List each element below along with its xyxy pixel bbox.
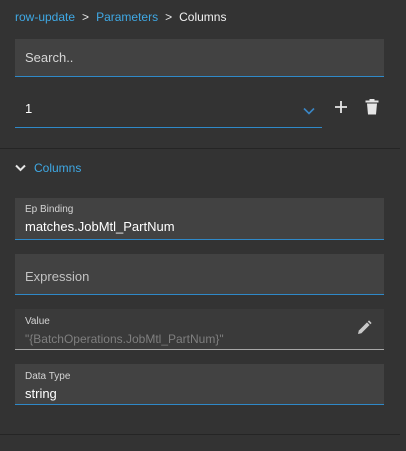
plus-icon: [335, 101, 347, 113]
chevron-down-icon: [15, 164, 26, 172]
field-label: Value: [25, 316, 50, 327]
search-input[interactable]: [15, 39, 384, 76]
breadcrumb: row-update > Parameters > Columns: [15, 10, 226, 24]
data-type-field[interactable]: Data Type string: [15, 364, 384, 405]
chevron-down-icon[interactable]: [303, 102, 315, 120]
divider: [0, 148, 400, 149]
trash-icon: [365, 99, 379, 115]
breadcrumb-link-parameters[interactable]: Parameters: [96, 10, 158, 24]
breadcrumb-separator: >: [82, 10, 90, 24]
search-box: [15, 39, 384, 77]
field-value: string: [25, 386, 57, 401]
ep-binding-field[interactable]: Ep Binding matches.JobMtl_PartNum: [15, 198, 384, 240]
expression-field[interactable]: Expression: [15, 254, 384, 295]
field-value: matches.JobMtl_PartNum: [25, 219, 175, 234]
breadcrumb-current: Columns: [179, 10, 227, 24]
field-value: "{BatchOperations.JobMtl_PartNum}": [25, 332, 224, 346]
breadcrumb-link-row-update[interactable]: row-update: [15, 10, 75, 24]
select-value: 1: [25, 101, 33, 116]
edit-button[interactable]: [356, 320, 372, 341]
section-title: Columns: [34, 161, 82, 175]
pencil-icon: [358, 320, 372, 334]
row-index-select[interactable]: 1: [15, 89, 322, 128]
add-button[interactable]: [333, 99, 349, 115]
delete-button[interactable]: [365, 99, 379, 115]
divider: [0, 434, 400, 435]
columns-section-header[interactable]: Columns: [15, 161, 81, 175]
value-field: Value "{BatchOperations.JobMtl_PartNum}": [15, 309, 384, 350]
field-label: Data Type: [25, 371, 71, 382]
breadcrumb-separator: >: [165, 10, 173, 24]
field-placeholder: Expression: [25, 269, 90, 284]
field-label: Ep Binding: [25, 204, 74, 215]
